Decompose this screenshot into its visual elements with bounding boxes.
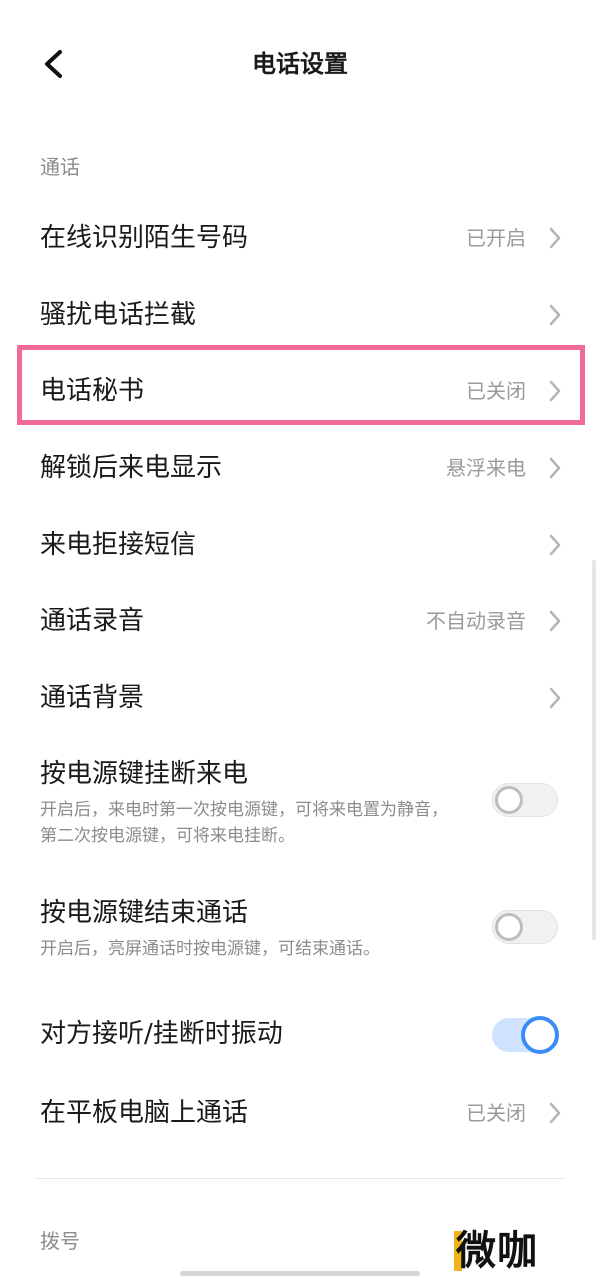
setting-label: 对方接听/挂断时振动 — [40, 1019, 283, 1049]
section-label-call: 通话 — [40, 155, 80, 179]
section-divider — [34, 1178, 566, 1179]
chevron-right-icon — [546, 224, 564, 252]
setting-description: 开启后，亮屏通话时按电源键，可结束通话。 — [40, 939, 380, 959]
row-label: 在平板电脑上通话 — [40, 1098, 249, 1128]
chevron-right-icon — [546, 454, 564, 482]
chevron-right-icon — [546, 607, 564, 635]
row-value: 悬浮来电 — [446, 456, 526, 480]
row-call-background[interactable]: 通话背景 — [0, 660, 600, 736]
chevron-right-icon — [546, 684, 564, 712]
watermark-logo: 微咖 — [448, 1224, 560, 1278]
row-call-recording[interactable]: 通话录音 不自动录音 — [0, 583, 600, 659]
row-block-calls[interactable]: 骚扰电话拦截 — [0, 277, 600, 353]
chevron-right-icon — [546, 531, 564, 559]
row-value: 不自动录音 — [426, 609, 526, 633]
row-unlock-display[interactable]: 解锁后来电显示 悬浮来电 — [0, 430, 600, 506]
row-label: 来电拒接短信 — [40, 530, 197, 560]
section-label-dial: 拨号 — [40, 1229, 80, 1253]
toggle-knob — [495, 786, 523, 814]
row-caller-id[interactable]: 在线识别陌生号码 已开启 — [0, 200, 600, 276]
home-indicator[interactable] — [180, 1271, 420, 1276]
chevron-right-icon — [546, 301, 564, 329]
setting-power-end-call: 按电源键结束通话 开启后，亮屏通话时按电源键，可结束通话。 — [0, 895, 600, 975]
setting-vibrate: 对方接听/挂断时振动 — [0, 1014, 600, 1058]
top-bar: 电话设置 — [0, 0, 600, 130]
toggle-knob — [495, 913, 523, 941]
page-title: 电话设置 — [252, 50, 348, 78]
toggle-knob — [521, 1016, 559, 1054]
row-label: 通话背景 — [40, 683, 145, 713]
power-hangup-toggle[interactable] — [492, 783, 558, 817]
row-reject-sms[interactable]: 来电拒接短信 — [0, 507, 600, 583]
setting-label: 按电源键挂断来电 — [40, 759, 249, 789]
row-value: 已关闭 — [466, 1101, 526, 1125]
vibrate-toggle[interactable] — [492, 1016, 559, 1054]
setting-label: 按电源键结束通话 — [40, 898, 249, 928]
watermark-text: 微咖 — [456, 1228, 538, 1274]
setting-power-hangup: 按电源键挂断来电 开启后，来电时第一次按电源键，可将来电置为静音，第二次按电源键… — [0, 756, 600, 856]
row-label: 通话录音 — [40, 606, 145, 636]
row-label: 骚扰电话拦截 — [40, 300, 197, 330]
highlight-box — [17, 345, 585, 425]
chevron-right-icon — [546, 1099, 564, 1127]
row-value: 已开启 — [466, 226, 526, 250]
row-label: 解锁后来电显示 — [40, 453, 223, 483]
setting-description: 开启后，来电时第一次按电源键，可将来电置为静音，第二次按电源键，可将来电挂断。 — [40, 800, 448, 846]
power-end-toggle[interactable] — [492, 910, 558, 944]
scrollbar[interactable] — [592, 560, 596, 940]
row-tablet-call[interactable]: 在平板电脑上通话 已关闭 — [0, 1075, 600, 1151]
row-label: 在线识别陌生号码 — [40, 223, 249, 253]
